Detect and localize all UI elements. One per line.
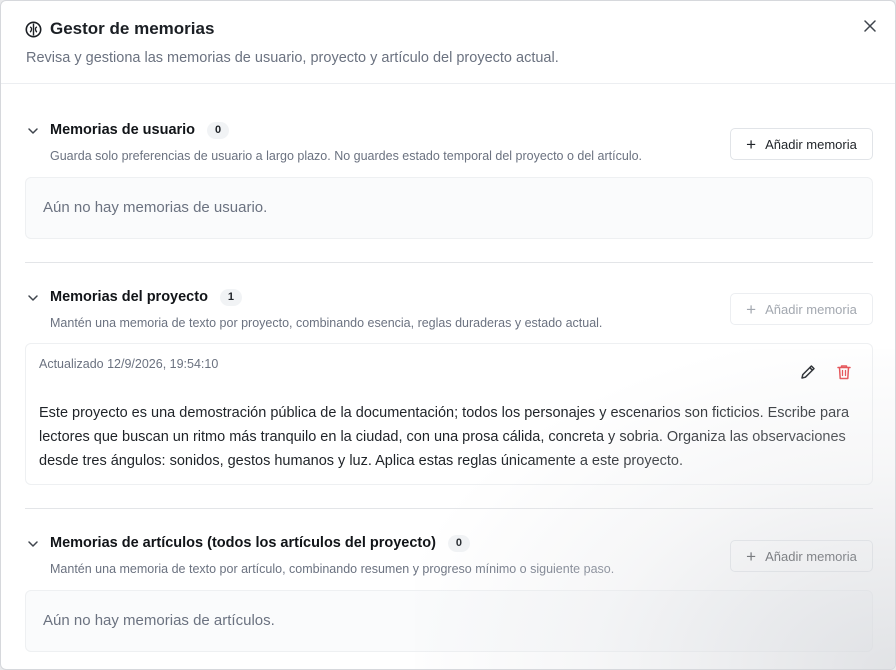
close-icon[interactable]: [861, 17, 879, 35]
plus-icon: +: [746, 299, 757, 319]
section-divider: [25, 508, 873, 509]
section-description: Guarda solo preferencias de usuario a la…: [50, 149, 643, 163]
section-title: Memorias de artículos (todos los artícul…: [50, 535, 470, 552]
section-title: Memorias de usuario 0: [50, 122, 230, 139]
section-user-memories: Memorias de usuario 0 Guarda solo prefer…: [25, 122, 873, 239]
dialog-subtitle: Revisa y gestiona las memorias de usuari…: [26, 50, 559, 66]
dialog-header: Gestor de memorias Revisa y gestiona las…: [1, 1, 895, 84]
section-description: Mantén una memoria de texto por proyecto…: [50, 316, 603, 330]
memory-card: Actualizado 12/9/2026, 19:54:10 Este pro…: [25, 343, 873, 485]
section-title-text: Memorias de usuario: [50, 122, 196, 138]
chevron-down-icon[interactable]: [27, 538, 39, 550]
chevron-down-icon[interactable]: [27, 125, 39, 137]
chevron-down-icon[interactable]: [27, 292, 39, 304]
add-memory-button[interactable]: + Añadir memoria: [730, 293, 873, 325]
memory-text: Este proyecto es una demostración públic…: [39, 405, 850, 469]
section-article-memories: Memorias de artículos (todos los artícul…: [25, 535, 873, 652]
add-memory-label: Añadir memoria: [765, 548, 857, 564]
section-description: Mantén una memoria de texto por artículo…: [50, 562, 615, 576]
count-badge: 1: [219, 289, 242, 306]
section-title-text: Memorias del proyecto: [50, 289, 208, 305]
section-title: Memorias del proyecto 1: [50, 289, 242, 306]
plus-icon: +: [746, 134, 757, 154]
title-row: Gestor de memorias: [25, 19, 214, 39]
add-memory-button[interactable]: + Añadir memoria: [730, 128, 873, 160]
add-memory-button[interactable]: + Añadir memoria: [730, 540, 873, 572]
brain-icon: [25, 21, 42, 38]
add-memory-label: Añadir memoria: [765, 301, 857, 317]
memory-manager-dialog: Gestor de memorias Revisa y gestiona las…: [0, 0, 896, 670]
memory-updated-timestamp: Actualizado 12/9/2026, 19:54:10: [39, 357, 219, 371]
trash-icon[interactable]: [835, 363, 853, 381]
dialog-title: Gestor de memorias: [50, 19, 215, 38]
add-memory-label: Añadir memoria: [765, 136, 857, 152]
plus-icon: +: [746, 546, 757, 566]
section-divider: [25, 262, 873, 263]
empty-state: Aún no hay memorias de artículos.: [25, 590, 873, 652]
count-badge: 0: [207, 122, 230, 139]
section-project-memories: Memorias del proyecto 1 Mantén una memor…: [25, 289, 873, 485]
section-title-text: Memorias de artículos (todos los artícul…: [50, 535, 436, 551]
empty-state: Aún no hay memorias de usuario.: [25, 177, 873, 239]
count-badge: 0: [447, 535, 470, 552]
pencil-icon[interactable]: [799, 363, 817, 381]
